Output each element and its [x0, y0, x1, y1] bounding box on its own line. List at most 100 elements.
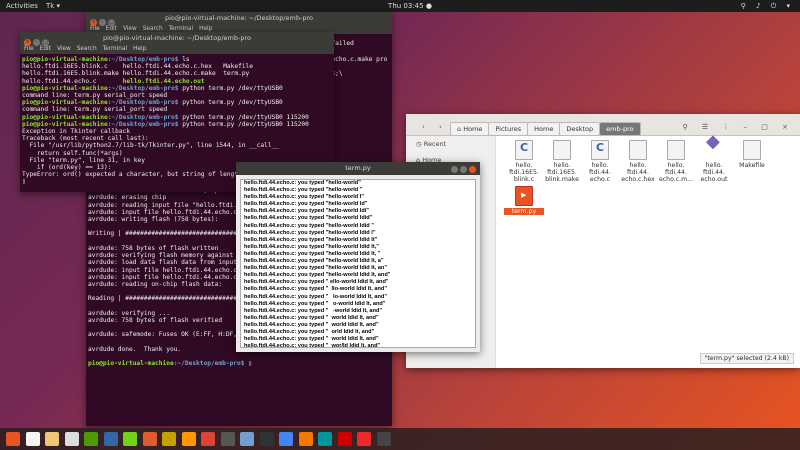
file-name: hello. ftdi.44. echo.out [700, 162, 728, 183]
breadcrumb-item[interactable]: ⌂ Home [450, 122, 490, 136]
terminal-line: pio@pio-virtual-machine:~/Desktop/emb-pr… [88, 360, 390, 367]
file-item[interactable]: term.py [504, 186, 544, 215]
echo-line: hello.ftdi.44.echo.c: you typed "hello-w… [244, 180, 361, 186]
prompt-path: :~/Desktop/emb-pro$ [107, 56, 179, 63]
echo-line: hello.ftdi.44.echo.c: you typed " lo-wor… [244, 293, 387, 300]
file-item[interactable]: hello.ftdi.44.echo.out [694, 138, 734, 183]
tk-icon[interactable] [357, 432, 371, 446]
maximize-icon[interactable]: □ [108, 19, 115, 26]
ubuntu-icon[interactable] [6, 432, 20, 446]
term-icon[interactable] [376, 432, 391, 446]
minimize-icon[interactable] [451, 166, 458, 173]
cursor: ▯ [248, 360, 252, 368]
breadcrumb[interactable]: ⌂ Home Pictures Home Desktop emb-pro [450, 122, 641, 136]
echo-line: hello.ftdi.44.echo.c: you typed "hello-w… [244, 243, 379, 250]
status-badge: "term.py" selected (2.4 kB) [699, 353, 794, 364]
close-icon[interactable]: × [24, 39, 31, 46]
menu-item-view[interactable]: View [57, 46, 71, 52]
chromium-icon[interactable] [279, 432, 293, 446]
term-py-titlebar[interactable]: term.py [236, 162, 480, 175]
command: python term.py /dev/ttyUSB0 115200 [178, 113, 309, 121]
window-title: pio@pio-virtual-machine: ~/Desktop/emb-p… [103, 34, 251, 42]
window-controls[interactable]: ⚲ ☰ ⋮ – □ × [682, 123, 794, 131]
menu-item-help[interactable]: Help [133, 46, 146, 52]
file-item[interactable]: hello.ftdi.16E5.blink.c [504, 140, 544, 183]
file-name: hello. ftdi.16E5. blink.make [545, 162, 579, 183]
breadcrumb-item[interactable]: emb-pro [599, 122, 641, 136]
ls-entry[interactable]: hello.ftdi.16E5.blink.c [22, 63, 123, 70]
binary-file-icon [705, 138, 723, 160]
ls-entry[interactable]: hello.ftdi.44.echo.c.hex [123, 63, 224, 70]
terminal-icon[interactable] [220, 432, 235, 446]
maximize-icon[interactable] [460, 166, 467, 173]
command: python term.py /dev/ttyUSB0 115200 [178, 120, 309, 128]
ls-entry[interactable]: hello.ftdi.16E5.blink.make [22, 70, 123, 77]
system-tray[interactable]: ⚲ ♪ ⏻ ▾ [741, 0, 794, 12]
archive-icon[interactable] [162, 432, 176, 446]
nav-buttons[interactable]: ‹ › [422, 123, 448, 131]
chrome-icon[interactable] [201, 432, 215, 446]
terminal-line: pio@pio-virtual-machine:~/Desktop/emb-pr… [22, 99, 332, 106]
window-title: pio@pio-virtual-machine: ~/Desktop/emb-p… [165, 14, 313, 22]
screenshot-icon[interactable] [337, 432, 352, 446]
echo-line: hello.ftdi.44.echo.c: you typed " world … [244, 314, 379, 321]
echo-line: hello.ftdi.44.echo.c: you typed " ello-w… [244, 279, 389, 286]
breadcrumb-item[interactable]: Pictures [488, 122, 529, 136]
writer-icon[interactable] [103, 432, 118, 446]
minimize-icon[interactable]: – [99, 19, 106, 26]
file-item[interactable]: hello.ftdi.44.echo.c [580, 140, 620, 183]
ls-entry[interactable]: term.py [223, 70, 324, 77]
arduino-icon[interactable] [318, 432, 332, 446]
ls-entry[interactable]: hello.ftdi.44.echo.out [123, 78, 224, 85]
echo-line: hello.ftdi.44.echo.c: you typed " o-worl… [244, 300, 386, 307]
echo-line: hello.ftdi.44.echo.c: you typed "hello-w… [244, 222, 374, 229]
firefox-icon[interactable] [181, 432, 196, 446]
clock[interactable]: Thu 03:45 ● [380, 0, 440, 12]
notes-icon[interactable] [45, 432, 59, 446]
file-grid[interactable]: hello.ftdi.16E5.blink.c hello.ftdi.16E5.b… [502, 138, 800, 368]
impress-icon[interactable] [142, 432, 157, 446]
prompt-path: :~/Desktop/emb-pro$ [107, 120, 179, 128]
maximize-icon[interactable]: □ [42, 39, 49, 46]
spreadsheet-icon[interactable] [123, 432, 137, 446]
prompt-path: :~/Desktop/emb-pro$ [107, 99, 179, 107]
file-item[interactable]: hello. ftdi.44. echo.c.hex [618, 140, 658, 183]
terminal-line: File "/usr/lib/python2.7/lib-tk/Tkinter.… [22, 142, 280, 150]
close-icon[interactable] [469, 166, 476, 173]
front-terminal-menubar: File Edit View Search Terminal Help [20, 45, 334, 54]
blender-icon[interactable] [298, 432, 313, 446]
dark-app-icon[interactable] [259, 432, 274, 446]
files-icon[interactable] [25, 432, 40, 446]
back-terminal-titlebar[interactable]: × – □ pio@pio-virtual-machine: ~/Desktop/e… [86, 12, 392, 26]
inkscape-icon[interactable] [240, 432, 254, 446]
echo-line: hello.ftdi.44.echo.c: you typed "hello-w… [244, 272, 391, 279]
front-terminal-titlebar[interactable]: × – □ pio@pio-virtual-machine: ~/Desktop/e… [20, 32, 334, 46]
file-item[interactable]: Makefile [732, 140, 772, 169]
echo-line: hello.ftdi.44.echo.c: you typed "hello-w… [244, 236, 378, 243]
breadcrumb-item[interactable]: Desktop [559, 122, 601, 136]
echo-line: hello.ftdi.44.echo.c: you typed " wor/ld… [244, 343, 381, 348]
echo-output-text[interactable]: hello.ftdi.44.echo.c: you typed "hello-w… [240, 179, 476, 348]
sidebar-item[interactable]: ◷ Recent [406, 136, 495, 152]
ls-entry[interactable]: hello.ftdi.44.echo.c.make [123, 70, 224, 77]
app-menu[interactable]: Tk ▾ [46, 0, 60, 12]
ls-entry[interactable]: Makefile [223, 63, 324, 70]
settings-icon[interactable] [64, 432, 79, 446]
calc-icon[interactable] [84, 432, 98, 446]
file-name: hello. ftdi.44. echo.c [589, 162, 611, 183]
document-icon [743, 140, 761, 160]
menu-item-terminal[interactable]: Terminal [103, 46, 128, 52]
ls-entry[interactable] [223, 78, 324, 85]
activities-button[interactable]: Activities [6, 0, 38, 12]
prompt-user: pio@pio-virtual-machine [22, 120, 108, 128]
minimize-icon[interactable]: – [33, 39, 40, 46]
breadcrumb-item[interactable]: Home [527, 122, 561, 136]
ls-entry[interactable]: hello.ftdi.44.echo.c [22, 78, 123, 85]
command: python term.py /dev/ttyUSB0 [178, 99, 283, 107]
file-item[interactable]: hello. ftdi.16E5. blink.make [542, 140, 582, 183]
menu-item-search[interactable]: Search [77, 46, 97, 52]
terminal-line: Exception in Tkinter callback [22, 128, 131, 136]
file-item[interactable]: hello. ftdi.44. echo.c.m... [656, 140, 696, 183]
term-py-window[interactable]: term.py hello.ftdi.44.echo.c: you typed … [236, 162, 480, 352]
close-icon[interactable]: × [90, 19, 97, 26]
